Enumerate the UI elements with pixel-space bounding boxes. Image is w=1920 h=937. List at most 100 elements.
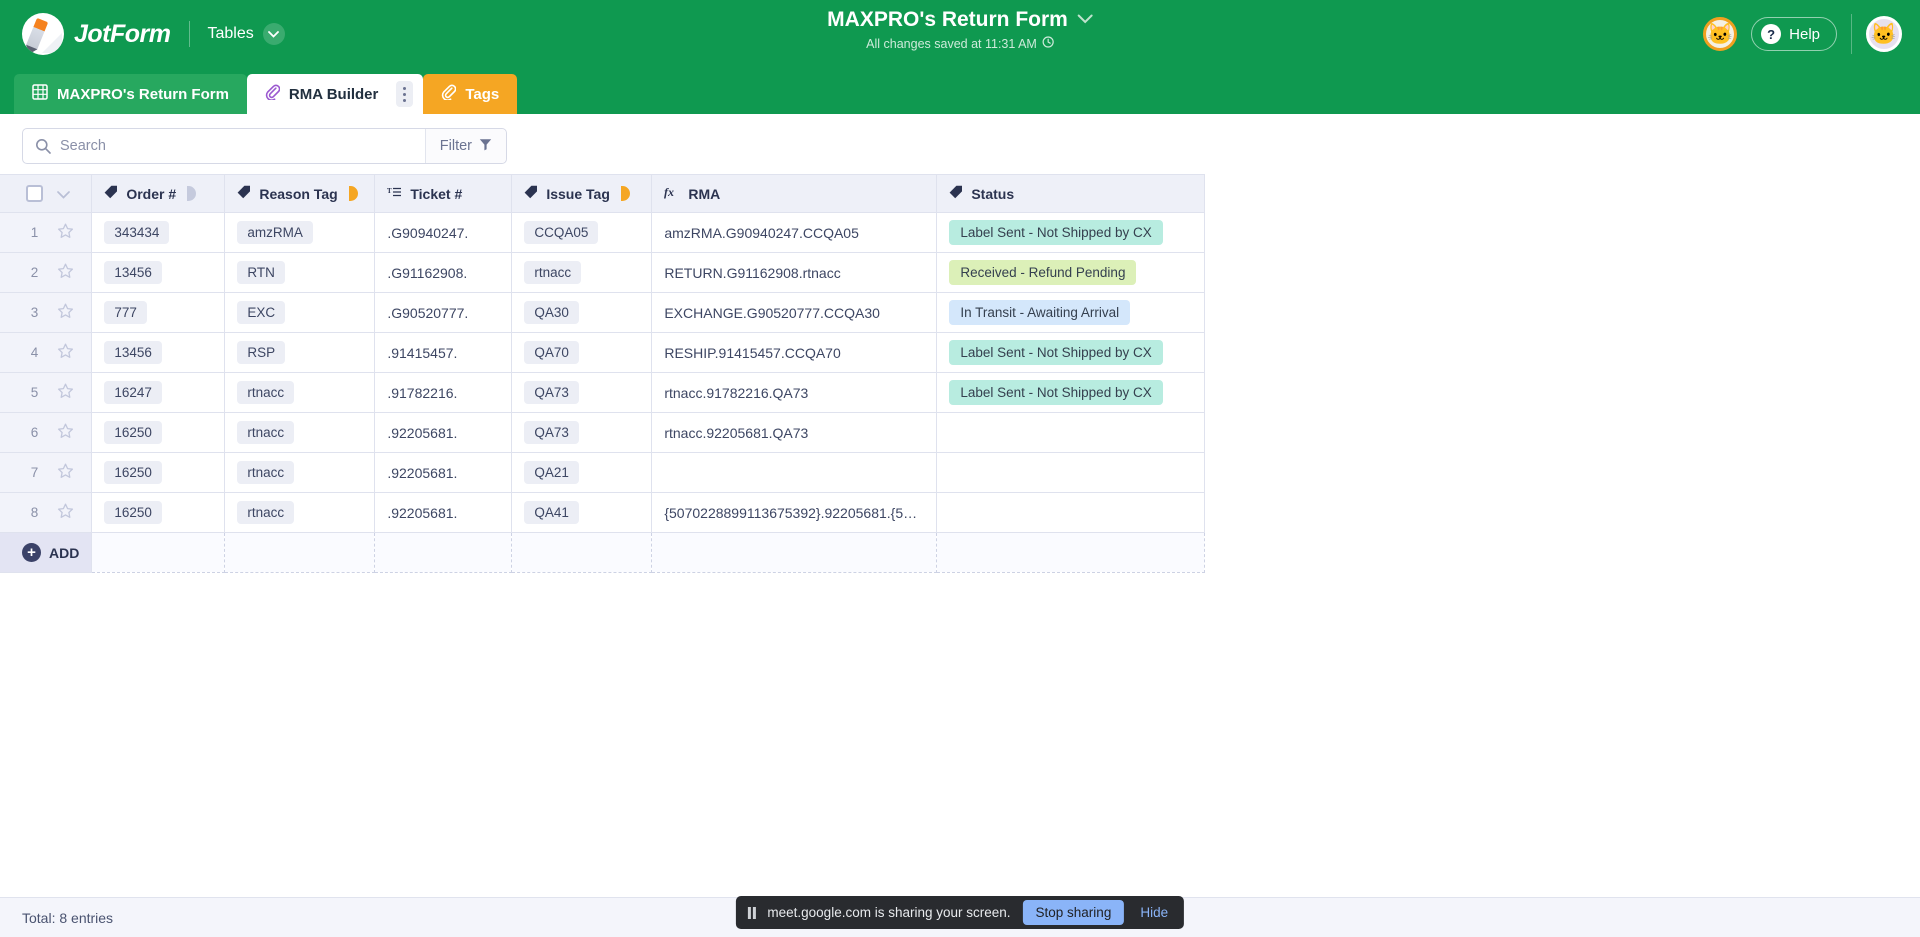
ticket-cell[interactable]: .91415457. <box>374 332 513 373</box>
star-icon[interactable] <box>57 343 74 363</box>
data-table-wrapper: Order # Reason Tag T Ticket # Issue Tag … <box>0 174 1920 573</box>
column-header-issue-tag[interactable]: Issue Tag <box>511 174 653 213</box>
tab-return-form[interactable]: MAXPRO's Return Form <box>14 74 247 114</box>
avatar-user[interactable]: 🐱 <box>1866 16 1902 52</box>
ticket-cell[interactable]: .G90940247. <box>374 212 513 253</box>
table-row[interactable]: 1 343434 amzRMA .G90940247. CCQA05 amzRMA.G90… <box>0 212 1206 253</box>
order-cell[interactable]: 13456 <box>91 332 226 373</box>
stop-sharing-button[interactable]: Stop sharing <box>1022 900 1125 925</box>
add-row[interactable]: + ADD <box>0 532 1206 573</box>
reason-tag-cell[interactable]: rtnacc <box>224 372 376 413</box>
title-chevron-down-icon[interactable] <box>1077 11 1093 29</box>
reason-tag-cell[interactable]: rtnacc <box>224 412 376 453</box>
pause-icon[interactable] <box>747 906 756 919</box>
search-input[interactable] <box>60 129 425 163</box>
table-row[interactable]: 3 777 EXC .G90520777. QA30 EXCHANGE.G90520777… <box>0 292 1206 333</box>
ticket-cell[interactable]: .G91162908. <box>374 252 513 293</box>
filter-button[interactable]: Filter <box>424 129 506 163</box>
tag-icon <box>104 185 118 202</box>
tag-pill: 13456 <box>104 261 162 284</box>
issue-tag-cell[interactable]: QA21 <box>511 452 653 493</box>
column-header-reason-tag[interactable]: Reason Tag <box>224 174 376 213</box>
column-header-order[interactable]: Order # <box>91 174 226 213</box>
star-icon[interactable] <box>57 303 74 323</box>
add-row-button[interactable]: + ADD <box>0 532 93 573</box>
issue-tag-cell[interactable]: rtnacc <box>511 252 653 293</box>
ticket-cell[interactable]: .92205681. <box>374 492 513 533</box>
reason-tag-cell[interactable]: rtnacc <box>224 452 376 493</box>
order-cell[interactable]: 16247 <box>91 372 226 413</box>
status-cell[interactable]: Label Sent - Not Shipped by CX <box>936 212 1206 253</box>
row-menu-chevron-icon[interactable] <box>57 186 70 202</box>
search-box[interactable]: Filter <box>22 128 507 164</box>
table-row[interactable]: 4 13456 RSP .91415457. QA70 RESHIP.91415457.C… <box>0 332 1206 373</box>
issue-tag-cell[interactable]: QA30 <box>511 292 653 333</box>
tab-rma-builder[interactable]: RMA Builder <box>246 74 424 114</box>
issue-tag-cell[interactable]: QA73 <box>511 412 653 453</box>
column-header-rma[interactable]: fx RMA <box>651 174 938 213</box>
status-cell[interactable] <box>936 492 1206 533</box>
table-row[interactable]: 7 16250 rtnacc .92205681. QA21 <box>0 452 1206 493</box>
reason-tag-cell[interactable]: rtnacc <box>224 492 376 533</box>
issue-tag-cell[interactable]: QA73 <box>511 372 653 413</box>
status-cell[interactable]: Label Sent - Not Shipped by CX <box>936 372 1206 413</box>
star-icon[interactable] <box>57 423 74 443</box>
rma-cell[interactable] <box>651 452 938 493</box>
table-row[interactable]: 5 16247 rtnacc .91782216. QA73 rtnacc.9178221… <box>0 372 1206 413</box>
question-mark-icon: ? <box>1761 24 1782 44</box>
rma-cell[interactable]: {5070228899113675392}.92205681.{5… <box>651 492 938 533</box>
order-cell[interactable]: 343434 <box>91 212 226 253</box>
tag-pill: rtnacc <box>237 461 295 484</box>
order-cell[interactable]: 777 <box>91 292 226 333</box>
tab-tags[interactable]: Tags <box>423 74 518 114</box>
reason-tag-cell[interactable]: RSP <box>224 332 376 373</box>
search-icon <box>23 138 60 154</box>
star-icon[interactable] <box>57 503 74 523</box>
row-number: 3 <box>30 305 39 320</box>
star-icon[interactable] <box>57 263 74 283</box>
issue-tag-cell[interactable]: QA41 <box>511 492 653 533</box>
table-row[interactable]: 6 16250 rtnacc .92205681. QA73 rtnacc.9220568… <box>0 412 1206 453</box>
status-cell[interactable] <box>936 452 1206 493</box>
order-cell[interactable]: 16250 <box>91 412 226 453</box>
column-indicator-amber <box>620 186 630 201</box>
table-row[interactable]: 2 13456 RTN .G91162908. rtnacc RETURN.G911629… <box>0 252 1206 293</box>
column-header-status[interactable]: Status <box>936 174 1206 213</box>
avatar-collaborator[interactable]: 🐱 <box>1703 17 1738 51</box>
ticket-cell[interactable]: .G90520777. <box>374 292 513 333</box>
tables-link[interactable]: Tables <box>208 25 254 43</box>
ticket-cell[interactable]: .91782216. <box>374 372 513 413</box>
star-icon[interactable] <box>57 223 74 243</box>
rma-cell[interactable]: amzRMA.G90940247.CCQA05 <box>651 212 938 253</box>
status-cell[interactable] <box>936 412 1206 453</box>
tab-options-menu-icon[interactable] <box>396 81 414 107</box>
table-row[interactable]: 8 16250 rtnacc .92205681. QA41 {5070228899113… <box>0 492 1206 533</box>
hide-button[interactable]: Hide <box>1136 905 1172 920</box>
order-cell[interactable]: 13456 <box>91 252 226 293</box>
star-icon[interactable] <box>57 383 74 403</box>
status-cell[interactable]: Received - Refund Pending <box>936 252 1206 293</box>
issue-tag-cell[interactable]: CCQA05 <box>511 212 653 253</box>
rma-cell[interactable]: rtnacc.92205681.QA73 <box>651 412 938 453</box>
rma-cell[interactable]: rtnacc.91782216.QA73 <box>651 372 938 413</box>
status-cell[interactable]: In Transit - Awaiting Arrival <box>936 292 1206 333</box>
ticket-cell[interactable]: .92205681. <box>374 452 513 493</box>
order-cell[interactable]: 16250 <box>91 452 226 493</box>
order-cell[interactable]: 16250 <box>91 492 226 533</box>
ticket-cell[interactable]: .92205681. <box>374 412 513 453</box>
svg-text:fx: fx <box>664 185 674 199</box>
chevron-down-icon[interactable] <box>262 23 285 45</box>
help-button[interactable]: ? Help <box>1751 17 1837 51</box>
rma-cell[interactable]: RETURN.G91162908.rtnacc <box>651 252 938 293</box>
status-cell[interactable]: Label Sent - Not Shipped by CX <box>936 332 1206 373</box>
reason-tag-cell[interactable]: EXC <box>224 292 376 333</box>
column-header-ticket[interactable]: T Ticket # <box>374 174 513 213</box>
issue-tag-cell[interactable]: QA70 <box>511 332 653 373</box>
select-all-checkbox[interactable] <box>26 185 43 202</box>
reason-tag-cell[interactable]: RTN <box>224 252 376 293</box>
rma-cell[interactable]: EXCHANGE.G90520777.CCQA30 <box>651 292 938 333</box>
reason-tag-cell[interactable]: amzRMA <box>224 212 376 253</box>
add-row-cell <box>511 532 653 573</box>
rma-cell[interactable]: RESHIP.91415457.CCQA70 <box>651 332 938 373</box>
star-icon[interactable] <box>57 463 74 483</box>
